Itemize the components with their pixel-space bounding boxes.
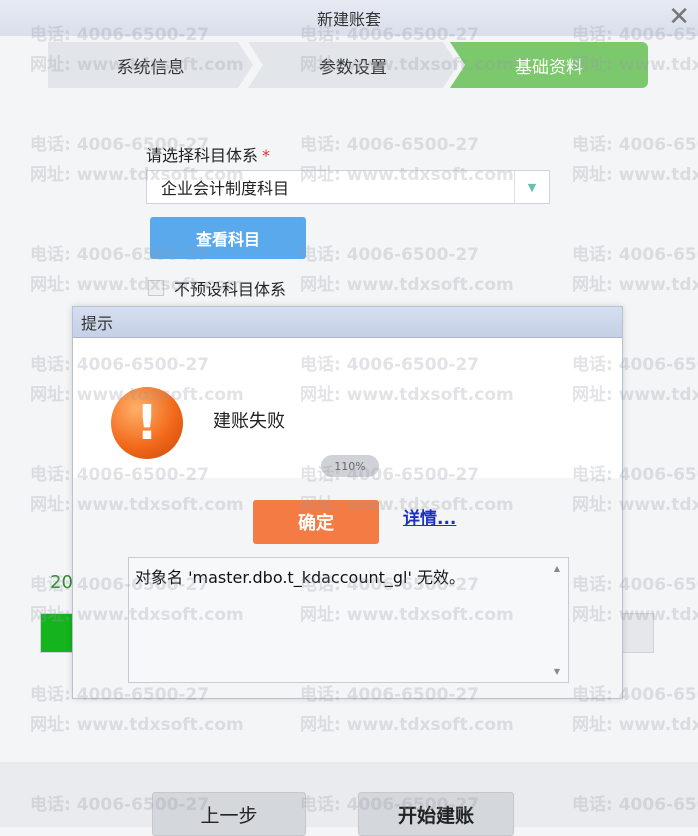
warning-icon: ! bbox=[111, 387, 183, 459]
subject-system-select[interactable]: 企业会计制度科目 ▼ bbox=[146, 170, 550, 204]
watermark-site: 网址: www.tdxsoft.com bbox=[572, 715, 698, 735]
error-detail-textbox[interactable]: 对象名 'master.dbo.t_kdaccount_gl' 无效。 ▲ ▼ bbox=[128, 557, 569, 683]
no-preset-option[interactable]: 不预设科目体系 bbox=[148, 276, 286, 300]
watermark-site: 网址: www.tdxsoft.com bbox=[30, 715, 244, 735]
view-subjects-button[interactable]: 查看科目 bbox=[150, 217, 306, 259]
error-detail-text: 对象名 'master.dbo.t_kdaccount_gl' 无效。 bbox=[135, 568, 465, 587]
start-create-account-button[interactable]: 开始建账 bbox=[358, 792, 514, 836]
watermark-site: 网址: www.tdxsoft.com bbox=[300, 275, 514, 295]
step-parameter-settings: 参数设置 bbox=[248, 42, 458, 88]
window-title: 新建账套 bbox=[316, 10, 381, 29]
required-mark: * bbox=[262, 146, 271, 165]
footer-bar bbox=[0, 762, 698, 827]
step-system-info: 系统信息 bbox=[48, 42, 253, 88]
watermark-phone: 电话: 4006-6500-27 bbox=[300, 135, 480, 155]
step-label: 基础资料 bbox=[515, 57, 583, 78]
step-basic-data: 基础资料 bbox=[450, 42, 648, 88]
dialog-message: 建账失败 bbox=[213, 411, 285, 432]
watermark-phone: 电话: 4006-6500-27 bbox=[300, 245, 480, 265]
step-label: 参数设置 bbox=[319, 57, 387, 78]
watermark-site: 网址: www.tdxsoft.com bbox=[572, 275, 698, 295]
ok-button[interactable]: 确定 bbox=[253, 500, 379, 544]
watermark-site: 网址: www.tdxsoft.com bbox=[300, 715, 514, 735]
previous-step-button[interactable]: 上一步 bbox=[152, 792, 306, 836]
no-preset-checkbox[interactable] bbox=[148, 280, 164, 296]
close-icon[interactable]: ✕ bbox=[668, 2, 690, 32]
step-label: 系统信息 bbox=[116, 57, 185, 78]
error-dialog: 提示 ! 建账失败 110% 确定 详情... 对象名 'master.dbo.… bbox=[72, 306, 623, 699]
chevron-down-icon[interactable]: ▼ bbox=[514, 171, 549, 203]
subject-system-label: 请选择科目体系 * bbox=[146, 142, 270, 166]
scroll-down-icon[interactable]: ▼ bbox=[554, 667, 560, 676]
scroll-up-icon[interactable]: ▲ bbox=[554, 564, 560, 573]
watermark-phone: 电话: 4006-6500-27 bbox=[572, 135, 698, 155]
window-titlebar: 新建账套 ✕ bbox=[0, 0, 698, 36]
subject-system-value: 企业会计制度科目 bbox=[161, 179, 290, 198]
no-preset-label: 不预设科目体系 bbox=[174, 280, 287, 299]
watermark-site: 网址: www.tdxsoft.com bbox=[572, 165, 698, 185]
zoom-badge: 110% bbox=[321, 455, 379, 477]
dialog-title: 提示 bbox=[73, 307, 622, 338]
details-link[interactable]: 详情... bbox=[403, 504, 456, 529]
progress-value: 20 bbox=[50, 572, 73, 593]
watermark-phone: 电话: 4006-6500-27 bbox=[572, 245, 698, 265]
subject-system-label-text: 请选择科目体系 bbox=[146, 146, 259, 165]
wizard-steps: 系统信息 参数设置 基础资料 bbox=[48, 42, 648, 88]
